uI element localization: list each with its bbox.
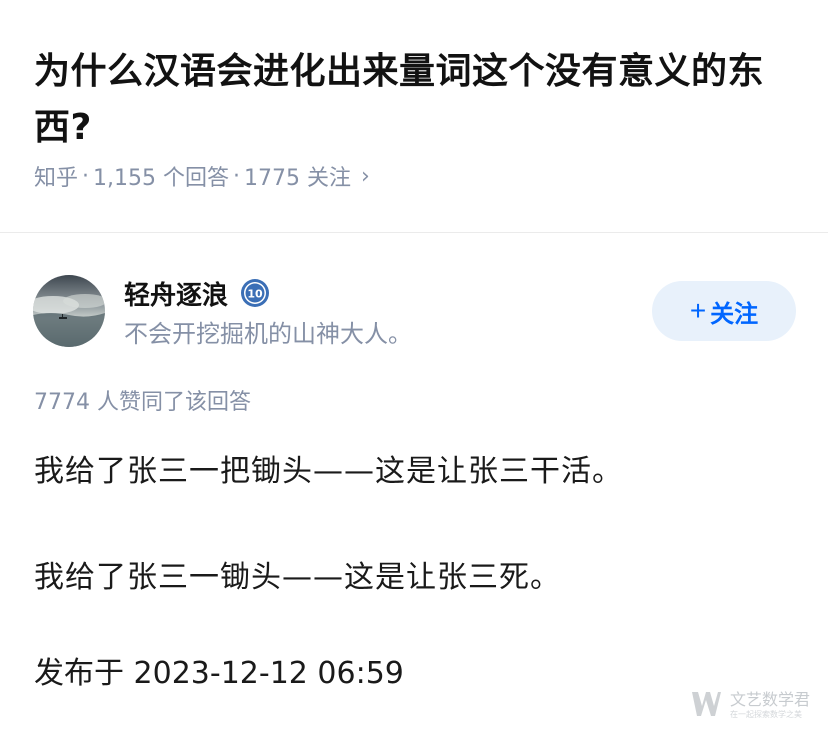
- meta-separator: ·: [82, 163, 90, 189]
- avatar[interactable]: [33, 275, 105, 347]
- divider: [0, 232, 828, 233]
- answer-page: 为什么汉语会进化出来量词这个没有意义的东西? 知乎 · 1,155 个回答 · …: [0, 0, 828, 731]
- watermark: 文艺数学君 在一起探索数学之美: [690, 688, 810, 724]
- chevron-right-icon: ›: [360, 163, 370, 189]
- watermark-name: 文艺数学君: [730, 690, 811, 709]
- plus-icon: +: [689, 295, 707, 326]
- publish-time: 发布于 2023-12-12 06:59: [34, 656, 404, 691]
- followers-count: 1775 关注: [244, 166, 351, 191]
- level-badge-icon: 10: [240, 278, 270, 308]
- follow-button[interactable]: + 关注: [652, 281, 796, 341]
- question-meta[interactable]: 知乎 · 1,155 个回答 · 1775 关注 ›: [34, 160, 370, 192]
- answer-paragraph: 我给了张三一把锄头——这是让张三干活。: [34, 454, 623, 489]
- meta-separator: ·: [233, 163, 240, 189]
- answer-paragraph: 我给了张三一锄头——这是让张三死。: [34, 560, 561, 595]
- watermark-logo-icon: [690, 688, 722, 724]
- author-name[interactable]: 轻舟逐浪 10: [124, 276, 270, 311]
- answers-count: 1,155 个回答: [93, 166, 229, 191]
- source-label: 知乎: [34, 166, 79, 191]
- question-title[interactable]: 为什么汉语会进化出来量词这个没有意义的东西?: [34, 44, 794, 156]
- vote-count: 7774 人赞同了该回答: [34, 390, 251, 415]
- follow-label: 关注: [710, 300, 759, 328]
- author-name-text: 轻舟逐浪: [124, 280, 229, 311]
- level-badge-text: 10: [247, 288, 263, 301]
- watermark-subtitle: 在一起探索数学之美: [730, 710, 802, 719]
- watermark-text: 文艺数学君 在一起探索数学之美: [730, 691, 810, 721]
- author-bio: 不会开挖掘机的山神大人。: [124, 320, 412, 348]
